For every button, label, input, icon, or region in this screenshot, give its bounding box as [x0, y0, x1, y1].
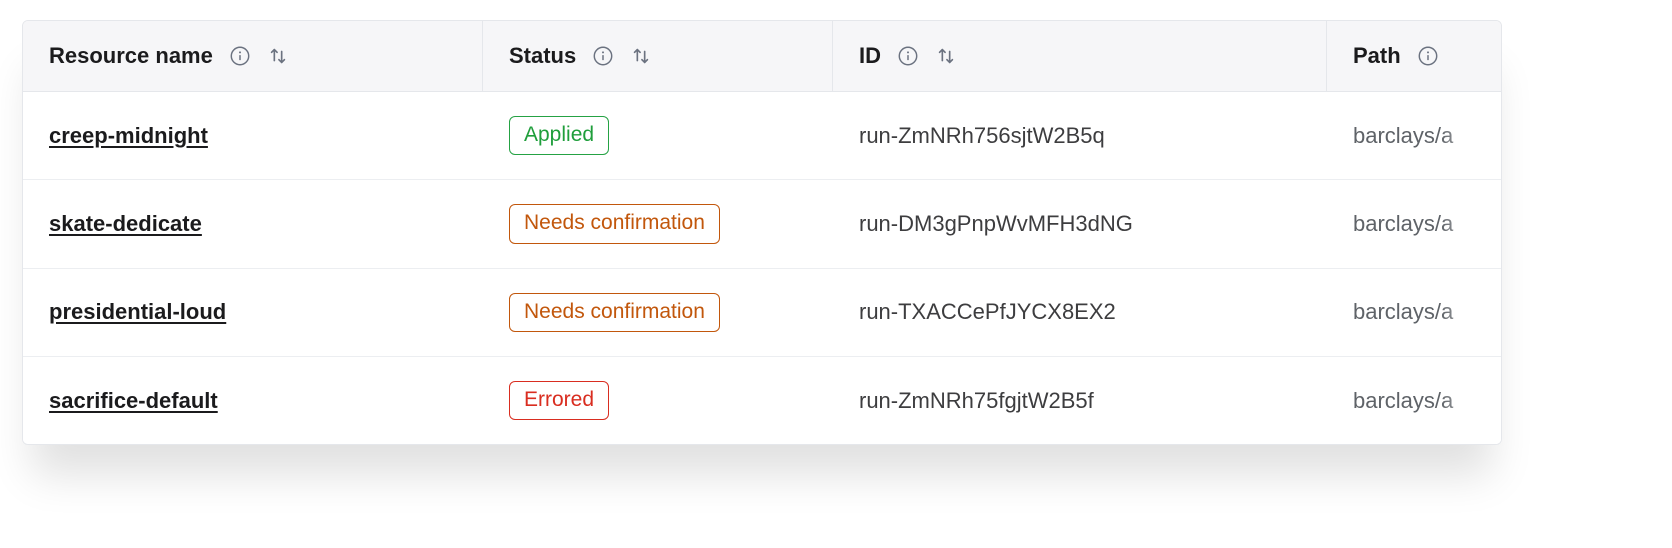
- resource-name-link[interactable]: skate-dedicate: [49, 211, 202, 237]
- resource-name-link[interactable]: sacrifice-default: [49, 388, 218, 414]
- status-badge: Needs confirmation: [509, 293, 720, 332]
- sort-icon[interactable]: [935, 45, 957, 67]
- col-header-resource-name[interactable]: Resource name: [23, 21, 483, 91]
- resource-path: barclays/a: [1353, 123, 1453, 149]
- cell-status: Applied: [483, 92, 833, 179]
- resource-table: Resource name Status: [22, 20, 1502, 445]
- table-row: presidential-loud Needs confirmation run-T…: [23, 269, 1501, 357]
- table-header: Resource name Status: [23, 21, 1501, 92]
- cell-id: run-ZmNRh756sjtW2B5q: [833, 92, 1327, 179]
- col-header-label: ID: [859, 43, 881, 69]
- run-id: run-TXACCePfJYCX8EX2: [859, 299, 1116, 325]
- status-badge: Errored: [509, 381, 609, 420]
- cell-status: Needs confirmation: [483, 269, 833, 356]
- table-row: sacrifice-default Errored run-ZmNRh75fgjtW…: [23, 357, 1501, 444]
- cell-resource-name: sacrifice-default: [23, 357, 483, 444]
- cell-id: run-DM3gPnpWvMFH3dNG: [833, 180, 1327, 267]
- col-header-id[interactable]: ID: [833, 21, 1327, 91]
- cell-resource-name: skate-dedicate: [23, 180, 483, 267]
- col-header-label: Status: [509, 43, 576, 69]
- cell-id: run-ZmNRh75fgjtW2B5f: [833, 357, 1327, 444]
- info-icon[interactable]: [592, 45, 614, 67]
- cell-path: barclays/a: [1327, 92, 1501, 179]
- resource-name-link[interactable]: presidential-loud: [49, 299, 226, 325]
- resource-path: barclays/a: [1353, 211, 1453, 237]
- col-header-label: Path: [1353, 43, 1401, 69]
- status-badge: Applied: [509, 116, 609, 155]
- info-icon[interactable]: [229, 45, 251, 67]
- sort-icon[interactable]: [630, 45, 652, 67]
- info-icon[interactable]: [897, 45, 919, 67]
- status-badge: Needs confirmation: [509, 204, 720, 243]
- col-header-path[interactable]: Path: [1327, 21, 1501, 91]
- cell-status: Errored: [483, 357, 833, 444]
- cell-path: barclays/a: [1327, 180, 1501, 267]
- run-id: run-DM3gPnpWvMFH3dNG: [859, 211, 1133, 237]
- run-id: run-ZmNRh75fgjtW2B5f: [859, 388, 1094, 414]
- cell-status: Needs confirmation: [483, 180, 833, 267]
- cell-id: run-TXACCePfJYCX8EX2: [833, 269, 1327, 356]
- info-icon[interactable]: [1417, 45, 1439, 67]
- sort-icon[interactable]: [267, 45, 289, 67]
- table-body: creep-midnight Applied run-ZmNRh756sjtW2B5…: [23, 92, 1501, 444]
- cell-path: barclays/a: [1327, 357, 1501, 444]
- resource-path: barclays/a: [1353, 388, 1453, 414]
- resource-path: barclays/a: [1353, 299, 1453, 325]
- cell-resource-name: presidential-loud: [23, 269, 483, 356]
- resource-name-link[interactable]: creep-midnight: [49, 123, 208, 149]
- cell-resource-name: creep-midnight: [23, 92, 483, 179]
- cell-path: barclays/a: [1327, 269, 1501, 356]
- table-row: creep-midnight Applied run-ZmNRh756sjtW2B5…: [23, 92, 1501, 180]
- col-header-status[interactable]: Status: [483, 21, 833, 91]
- run-id: run-ZmNRh756sjtW2B5q: [859, 123, 1105, 149]
- table-row: skate-dedicate Needs confirmation run-DM3g…: [23, 180, 1501, 268]
- col-header-label: Resource name: [49, 43, 213, 69]
